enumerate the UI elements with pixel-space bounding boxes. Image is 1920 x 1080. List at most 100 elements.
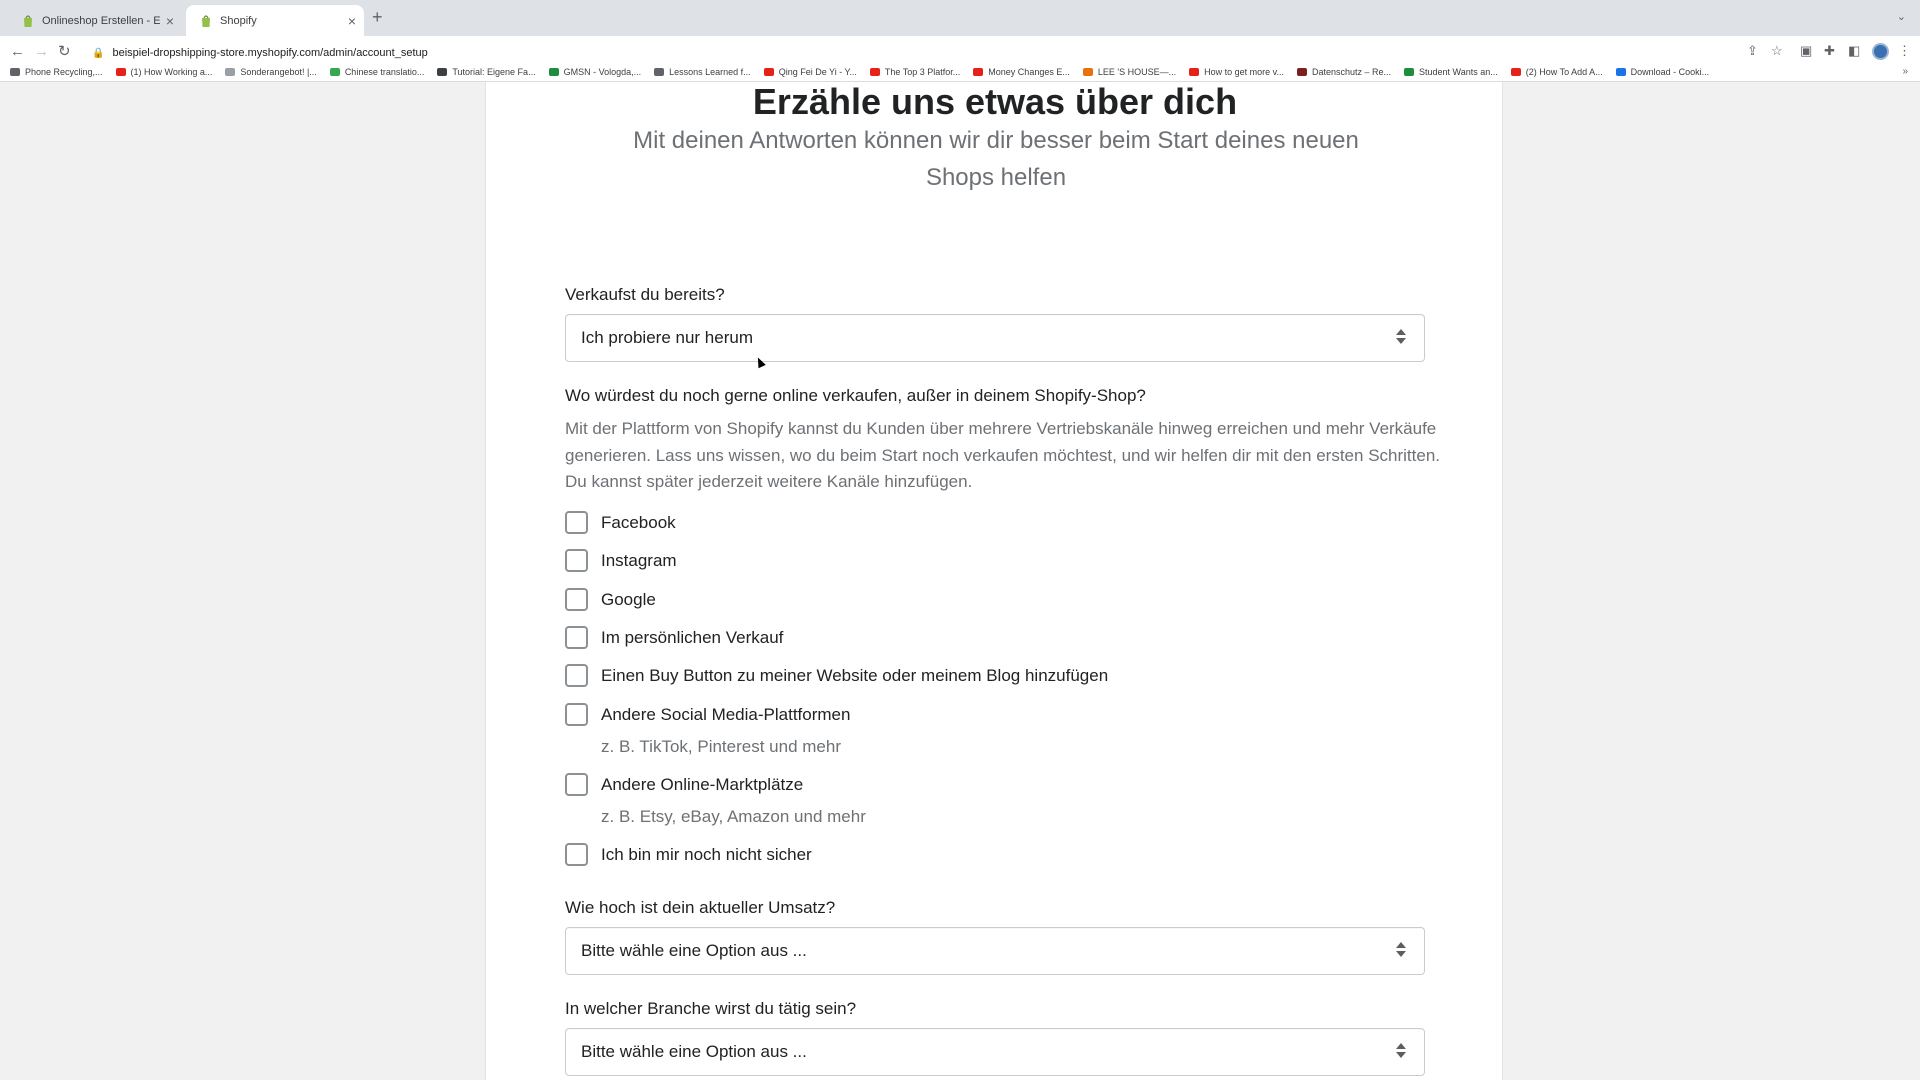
revenue-select[interactable]: Bitte wähle eine Option aus ... bbox=[565, 927, 1425, 975]
select-arrows-icon bbox=[1396, 329, 1406, 347]
bookmark-favicon-icon bbox=[437, 67, 448, 76]
new-tab-icon[interactable]: + bbox=[372, 8, 383, 26]
reload-icon[interactable]: ↻ bbox=[58, 44, 71, 59]
browser-tab-shopify[interactable]: Shopify × bbox=[186, 5, 364, 36]
browser-tab-strip: Onlineshop Erstellen - Einfach × Shopify… bbox=[0, 0, 1920, 36]
bookmark-favicon-icon bbox=[10, 67, 20, 76]
bookmark-item[interactable]: Chinese translatio... bbox=[329, 67, 424, 77]
bookmark-favicon-icon bbox=[115, 67, 126, 76]
option-facebook[interactable]: Facebook bbox=[565, 511, 676, 534]
browser-tab-onlineshop[interactable]: Onlineshop Erstellen - Einfach × bbox=[8, 5, 182, 36]
checkbox[interactable] bbox=[565, 588, 588, 611]
option-label: Im persönlichen Verkauf bbox=[601, 627, 784, 647]
select-value: Bitte wähle eine Option aus ... bbox=[581, 941, 807, 960]
bookmark-item[interactable]: Lessons Learned f... bbox=[654, 67, 751, 77]
browser-menu-icon[interactable]: ⋮ bbox=[1898, 44, 1911, 57]
page-subtitle: Mit deinen Antworten können wir dir bess… bbox=[633, 127, 1359, 191]
forward-arrow-icon[interactable]: → bbox=[34, 44, 49, 59]
bookmark-label: GMSN - Vologda,... bbox=[563, 66, 642, 77]
option-label: Einen Buy Button zu meiner Website oder … bbox=[601, 665, 1109, 685]
bookmark-item[interactable]: Tutorial: Eigene Fa... bbox=[437, 66, 536, 77]
selling-status-label: Verkaufst du bereits? bbox=[565, 285, 725, 304]
bookmark-item[interactable]: Student Wants an... bbox=[1404, 67, 1498, 77]
shopify-favicon-icon bbox=[202, 14, 210, 27]
checkbox[interactable] bbox=[565, 549, 588, 572]
side-panel-icon[interactable]: ◧ bbox=[1848, 44, 1860, 57]
option-label: Ich bin mir noch nicht sicher bbox=[601, 844, 812, 864]
select-value: Bitte wähle eine Option aus ... bbox=[581, 1042, 807, 1061]
bookmark-item[interactable]: (2) How To Add A... bbox=[1510, 66, 1603, 77]
bookmark-label: Lessons Learned f... bbox=[669, 66, 751, 77]
close-tab-icon[interactable]: × bbox=[166, 14, 174, 28]
bookmark-label: Qing Fei De Yi - Y... bbox=[778, 66, 857, 77]
bookmark-label: Money Changes E... bbox=[988, 66, 1070, 77]
option-label: Andere Online-Marktplätze bbox=[601, 774, 804, 794]
option-not-sure[interactable]: Ich bin mir noch nicht sicher bbox=[565, 843, 812, 866]
option-other-social[interactable]: Andere Social Media-Plattformen bbox=[565, 703, 850, 726]
puzzle-extensions-icon[interactable]: ✚ bbox=[1824, 44, 1835, 57]
bookmark-label: Sonderangebot! |... bbox=[240, 66, 317, 77]
option-hint: z. B. Etsy, eBay, Amazon und mehr bbox=[601, 807, 866, 826]
close-tab-icon[interactable]: × bbox=[348, 14, 356, 28]
channels-question-label: Wo würdest du noch gerne online verkaufe… bbox=[565, 386, 1146, 405]
option-in-person[interactable]: Im persönlichen Verkauf bbox=[565, 626, 783, 649]
bookmark-label: Tutorial: Eigene Fa... bbox=[452, 66, 536, 77]
share-icon[interactable]: ⇪ bbox=[1747, 44, 1758, 57]
bookmark-item[interactable]: Sonderangebot! |... bbox=[225, 66, 317, 77]
industry-select[interactable]: Bitte wähle eine Option aus ... bbox=[565, 1028, 1425, 1076]
bookmark-label: Download - Cooki... bbox=[1630, 66, 1710, 77]
bookmark-favicon-icon bbox=[1296, 67, 1307, 76]
bookmark-favicon-icon bbox=[1615, 67, 1626, 76]
bookmark-favicon-icon bbox=[869, 67, 880, 76]
option-label: Google bbox=[601, 589, 656, 609]
checkbox[interactable] bbox=[565, 703, 588, 726]
channels-description: Mit der Plattform von Shopify kannst du … bbox=[565, 419, 1441, 491]
checkbox[interactable] bbox=[565, 664, 588, 687]
revenue-label: Wie hoch ist dein aktueller Umsatz? bbox=[565, 898, 836, 917]
tab-title: Shopify bbox=[220, 14, 257, 27]
bookmark-item[interactable]: GMSN - Vologda,... bbox=[548, 66, 642, 77]
option-buy-button[interactable]: Einen Buy Button zu meiner Website oder … bbox=[565, 664, 1108, 687]
bookmarks-bar: Phone Recycling,... (1) How Working a... S… bbox=[0, 62, 1920, 82]
bookmark-star-icon[interactable]: ☆ bbox=[1771, 44, 1783, 57]
bookmark-label: How to get more v... bbox=[1204, 66, 1284, 77]
option-label: Andere Social Media-Plattformen bbox=[601, 704, 851, 724]
bookmark-favicon-icon bbox=[1189, 67, 1200, 76]
bookmark-item[interactable]: How to get more v... bbox=[1189, 67, 1284, 77]
bookmark-item[interactable]: Phone Recycling,... bbox=[10, 67, 103, 77]
bookmarks-overflow-icon[interactable]: » bbox=[1902, 66, 1908, 77]
shopify-favicon-icon bbox=[24, 14, 32, 27]
bookmark-item[interactable]: Qing Fei De Yi - Y... bbox=[763, 66, 857, 77]
bookmark-item[interactable]: LEE 'S HOUSE—... bbox=[1082, 66, 1177, 77]
option-google[interactable]: Google bbox=[565, 588, 656, 611]
bookmark-label: LEE 'S HOUSE—... bbox=[1097, 66, 1177, 77]
selling-status-select[interactable]: Ich probiere nur herum bbox=[565, 314, 1425, 362]
back-arrow-icon[interactable]: ← bbox=[10, 44, 25, 59]
checkbox[interactable] bbox=[565, 626, 588, 649]
page-title: Erzähle uns etwas über dich bbox=[752, 81, 1238, 122]
extension-icon[interactable]: ▣ bbox=[1800, 44, 1812, 57]
tab-search-chevron-icon[interactable]: ⌄ bbox=[1897, 10, 1906, 23]
bookmark-item[interactable]: (1) How Working a... bbox=[115, 67, 212, 77]
bookmark-item[interactable]: Download - Cooki... bbox=[1615, 66, 1710, 77]
profile-avatar[interactable] bbox=[1872, 43, 1889, 60]
option-other-marketplaces[interactable]: Andere Online-Marktplätze bbox=[565, 773, 803, 796]
industry-label: In welcher Branche wirst du tätig sein? bbox=[565, 999, 857, 1018]
bookmark-favicon-icon bbox=[548, 67, 559, 76]
checkbox[interactable] bbox=[565, 773, 588, 796]
bookmark-label: Phone Recycling,... bbox=[25, 66, 103, 77]
bookmark-item[interactable]: The Top 3 Platfor... bbox=[869, 67, 960, 77]
option-instagram[interactable]: Instagram bbox=[565, 549, 677, 572]
tab-title: Onlineshop Erstellen - Einfach bbox=[42, 14, 160, 27]
bookmark-label: Datenschutz – Re... bbox=[1311, 66, 1392, 77]
lock-icon: 🔒 bbox=[92, 47, 105, 59]
bookmark-favicon-icon bbox=[225, 67, 236, 76]
checkbox[interactable] bbox=[565, 511, 588, 534]
bookmark-favicon-icon bbox=[973, 67, 984, 76]
url-text: beispiel-dropshipping-store.myshopify.co… bbox=[112, 47, 428, 59]
option-label: Facebook bbox=[601, 512, 676, 532]
bookmark-item[interactable]: Datenschutz – Re... bbox=[1296, 66, 1392, 77]
checkbox[interactable] bbox=[565, 843, 588, 866]
bookmark-item[interactable]: Money Changes E... bbox=[973, 67, 1070, 77]
bookmark-label: (2) How To Add A... bbox=[1525, 66, 1603, 77]
